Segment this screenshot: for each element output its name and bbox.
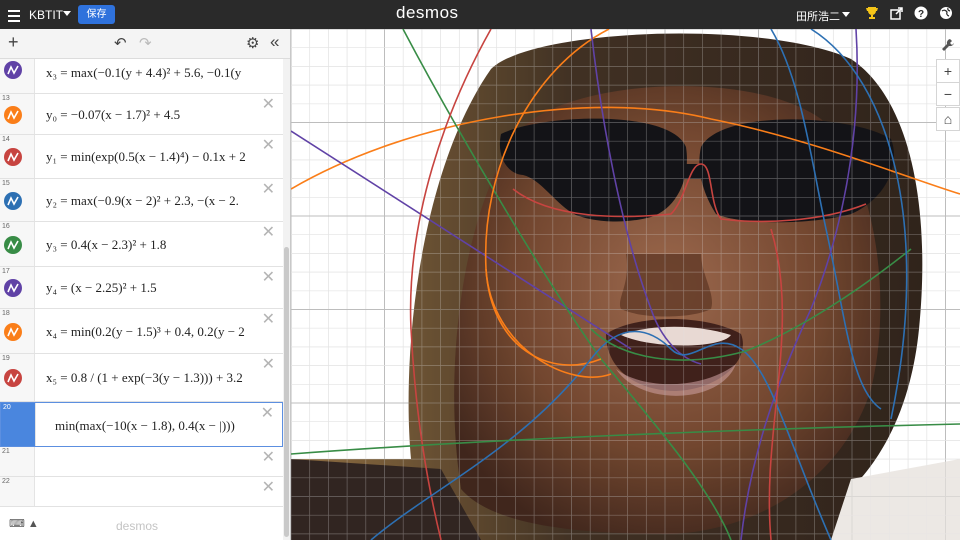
add-expression-button[interactable]: + — [8, 33, 19, 51]
delete-expression-icon[interactable]: ✕ — [262, 480, 275, 496]
delete-expression-icon[interactable]: ✕ — [262, 312, 275, 328]
expression-input[interactable]: y₁ = min(exp(0.5(x − 1.4)⁴) − 0.1x + 2 — [46, 149, 258, 165]
expression-number: 15 — [2, 180, 10, 187]
graph-style-icon[interactable] — [4, 148, 22, 166]
expression-row[interactable]: 18 x₄ = min(0.2(y − 1.5)³ + 0.4, 0.2(y − … — [0, 309, 283, 354]
wrench-icon[interactable] — [936, 33, 960, 57]
watermark: desmos — [116, 519, 159, 533]
expression-number: 21 — [2, 448, 10, 455]
expression-toolbar: + ↶ ↷ ⚙ « — [0, 29, 290, 59]
user-name[interactable]: 田所浩二 — [796, 8, 840, 24]
save-button[interactable]: 保存 — [78, 5, 115, 24]
expression-row[interactable]: 14 y₁ = min(exp(0.5(x − 1.4)⁴) − 0.1x + 2… — [0, 135, 283, 179]
redo-icon[interactable]: ↷ — [139, 35, 152, 53]
graph-style-icon[interactable] — [4, 105, 22, 124]
delete-expression-icon[interactable]: ✕ — [262, 138, 275, 154]
delete-expression-icon[interactable]: ✕ — [262, 225, 275, 241]
graph-canvas[interactable] — [291, 29, 960, 540]
settings-icon[interactable]: ⚙ — [246, 35, 259, 53]
help-icon[interactable]: ? — [913, 6, 929, 22]
menu-icon[interactable] — [8, 7, 20, 22]
brand-logo: desmos — [396, 3, 459, 22]
expression-number: 18 — [2, 310, 10, 317]
globe-icon[interactable] — [938, 6, 954, 22]
zoom-out-button[interactable]: − — [936, 82, 960, 106]
top-bar: KBTIT 保存 desmos 田所浩二 ? — [0, 0, 960, 29]
expression-number: 17 — [2, 268, 10, 275]
share-icon[interactable] — [889, 6, 905, 22]
expression-number: 14 — [2, 136, 10, 143]
expression-number: 20 — [3, 404, 11, 411]
expression-input[interactable]: y₄ = (x − 2.25)² + 1.5 — [46, 280, 258, 296]
svg-text:?: ? — [918, 9, 924, 20]
expression-input[interactable]: x₃ = max(−0.1(y + 4.4)² + 5.6, −0.1(y — [46, 65, 258, 81]
expression-number: 16 — [2, 223, 10, 230]
zoom-in-button[interactable]: + — [936, 59, 960, 83]
graph-style-icon[interactable] — [4, 235, 22, 254]
expression-row[interactable]: 13 y₀ = −0.07(x − 1.7)² + 4.5 ✕ — [0, 94, 283, 135]
expression-row[interactable]: 19 x₅ = 0.8 / (1 + exp(−3(y − 1.3))) + 3.… — [0, 354, 283, 402]
graph-style-icon[interactable] — [4, 191, 22, 210]
expression-input[interactable]: x₅ = 0.8 / (1 + exp(−3(y − 1.3))) + 3.2 — [46, 370, 258, 386]
expression-row[interactable]: 21 ✕ — [0, 447, 283, 477]
delete-expression-icon[interactable]: ✕ — [262, 97, 275, 113]
home-icon[interactable]: ⌂ — [936, 107, 960, 131]
delete-expression-icon[interactable]: ✕ — [262, 182, 275, 198]
collapse-panel-icon[interactable]: « — [270, 33, 279, 51]
delete-expression-icon[interactable]: ✕ — [261, 406, 274, 422]
expression-input[interactable]: y₀ = −0.07(x − 1.7)² + 4.5 — [46, 107, 258, 123]
expression-panel: + ↶ ↷ ⚙ « x₃ = max(−0.1(y + 4.4)² + 5.6,… — [0, 29, 291, 540]
expression-input[interactable]: y₂ = max(−0.9(x − 2)² + 2.3, −(x − 2. — [46, 193, 258, 209]
graph-style-icon[interactable] — [4, 322, 22, 341]
scrollbar-thumb[interactable] — [284, 247, 289, 537]
expression-row[interactable]: 20 min(max(−10(x − 1.8), 0.4(x − |))) ✕ — [0, 402, 283, 447]
expression-row[interactable]: 17 y₄ = (x − 2.25)² + 1.5 ✕ — [0, 267, 283, 309]
delete-expression-icon[interactable]: ✕ — [262, 357, 275, 373]
graph-style-icon[interactable] — [4, 61, 22, 79]
expression-row[interactable]: 16 y₃ = 0.4(x − 2.3)² + 1.8 ✕ — [0, 222, 283, 267]
expression-row[interactable]: x₃ = max(−0.1(y + 4.4)² + 5.6, −0.1(y — [0, 59, 283, 94]
expression-number: 19 — [2, 355, 10, 362]
graph-title[interactable]: KBTIT — [29, 8, 63, 22]
expression-input[interactable]: x₄ = min(0.2(y − 1.5)³ + 0.4, 0.2(y − 2 — [46, 324, 258, 340]
keyboard-toggle-button[interactable]: ⌨ ▲ — [9, 517, 45, 532]
expression-row[interactable]: 15 y₂ = max(−0.9(x − 2)² + 2.3, −(x − 2. ✕ — [0, 179, 283, 222]
expression-input[interactable]: min(max(−10(x − 1.8), 0.4(x − |))) — [55, 418, 267, 434]
graph-controls: + − ⌂ — [936, 29, 960, 132]
expression-number: 22 — [2, 478, 10, 485]
expression-row[interactable]: 22 ✕ — [0, 477, 283, 507]
graph-svg — [291, 29, 960, 540]
expression-input[interactable]: y₃ = 0.4(x − 2.3)² + 1.8 — [46, 237, 258, 253]
chevron-down-icon[interactable] — [842, 12, 850, 17]
undo-icon[interactable]: ↶ — [114, 35, 127, 53]
graph-style-icon[interactable] — [4, 369, 22, 387]
trophy-icon[interactable] — [864, 6, 880, 22]
chevron-down-icon[interactable] — [63, 11, 71, 16]
graph-style-icon[interactable] — [4, 279, 22, 297]
expression-number: 13 — [2, 95, 10, 102]
delete-expression-icon[interactable]: ✕ — [262, 450, 275, 466]
delete-expression-icon[interactable]: ✕ — [262, 270, 275, 286]
